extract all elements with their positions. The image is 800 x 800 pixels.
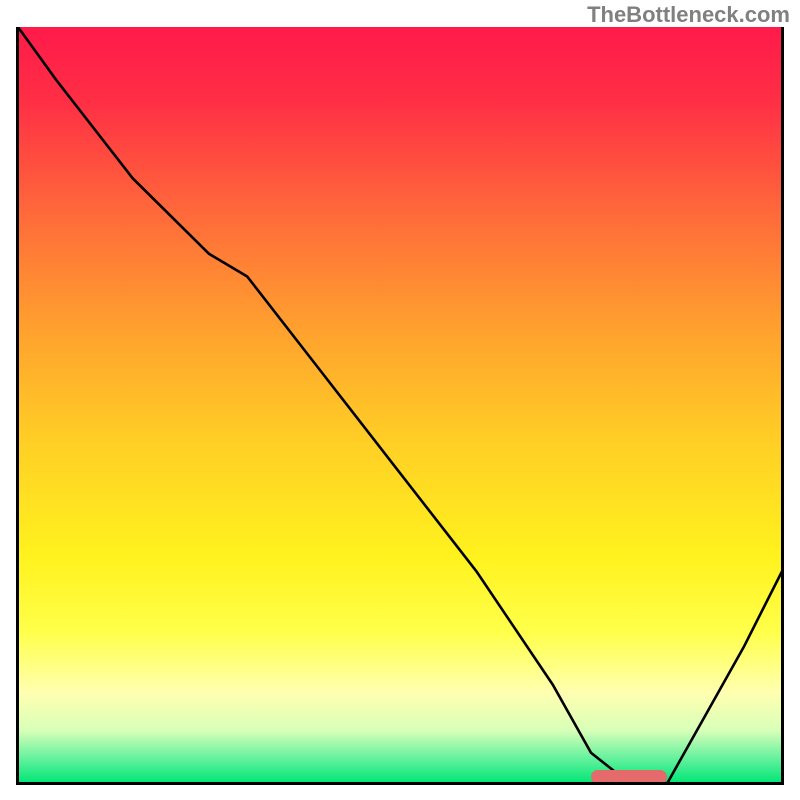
right-axis xyxy=(781,27,784,783)
bottleneck-curve xyxy=(18,27,782,783)
x-axis xyxy=(16,782,784,785)
y-axis xyxy=(16,27,19,783)
watermark-text: TheBottleneck.com xyxy=(587,2,790,28)
chart-container: TheBottleneck.com xyxy=(0,0,800,800)
plot-area xyxy=(18,27,782,783)
curve-layer xyxy=(18,27,782,783)
